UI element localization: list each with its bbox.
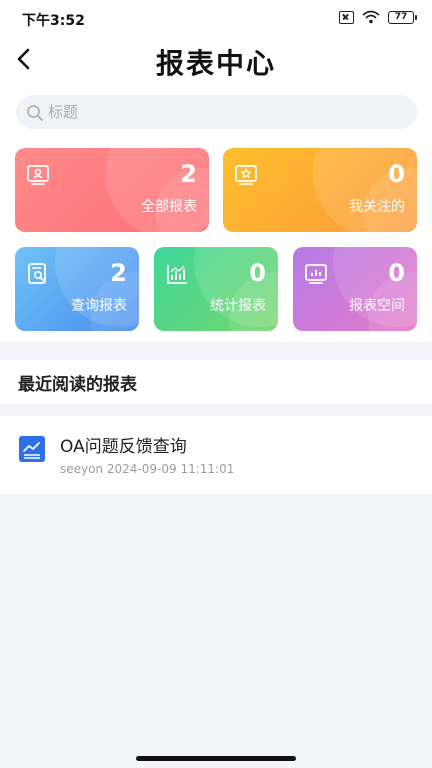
card-label: 报表空间	[349, 298, 405, 314]
card-count: 2	[180, 160, 197, 188]
report-card-icon	[27, 165, 49, 185]
status-icons: 77	[339, 10, 417, 24]
report-title: OA问题反馈查询	[60, 437, 187, 457]
section-title: 最近阅读的报表	[18, 375, 137, 395]
home-indicator[interactable]	[136, 756, 296, 761]
page-title: 报表中心	[155, 47, 276, 80]
battery-icon: 77	[388, 10, 417, 24]
list-item[interactable]: OA问题反馈查询 seeyon 2024-09-09 11:11:01	[0, 416, 432, 494]
card-count: 0	[249, 259, 266, 287]
search-input[interactable]	[48, 95, 408, 129]
card-count: 0	[388, 259, 405, 287]
card-label: 统计报表	[210, 298, 266, 314]
search-box[interactable]	[16, 95, 417, 129]
report-meta: seeyon 2024-09-09 11:11:01	[60, 462, 234, 476]
card-stats-reports[interactable]: 0 统计报表	[154, 247, 278, 331]
card-report-space[interactable]: 0 报表空间	[293, 247, 417, 331]
search-icon	[27, 105, 43, 121]
report-author: seeyon	[60, 462, 104, 476]
wifi-icon	[362, 10, 380, 24]
card-all-reports[interactable]: 2 全部报表	[15, 148, 209, 232]
card-query-reports[interactable]: 2 查询报表	[15, 247, 139, 331]
star-board-icon	[235, 165, 257, 185]
card-label: 查询报表	[71, 298, 127, 314]
recent-section-header: 最近阅读的报表	[0, 360, 432, 404]
line-chart-icon	[19, 436, 45, 462]
card-label: 我关注的	[349, 199, 405, 215]
card-count: 2	[110, 259, 127, 287]
no-sim-icon	[339, 10, 354, 24]
card-followed[interactable]: 0 我关注的	[223, 148, 417, 232]
card-count: 0	[388, 160, 405, 188]
top-panel: 2 全部报表 0 我关注的 2 查询报表	[0, 84, 432, 342]
status-bar: 下午3:52 77	[0, 0, 432, 36]
search-doc-icon	[28, 263, 46, 284]
folder-chart-icon	[305, 264, 327, 284]
status-time: 下午3:52	[22, 13, 85, 29]
header: 报表中心	[0, 36, 432, 84]
report-datetime: 2024-09-09 11:11:01	[106, 462, 235, 476]
card-label: 全部报表	[141, 199, 197, 215]
bar-chart-icon	[167, 265, 187, 284]
